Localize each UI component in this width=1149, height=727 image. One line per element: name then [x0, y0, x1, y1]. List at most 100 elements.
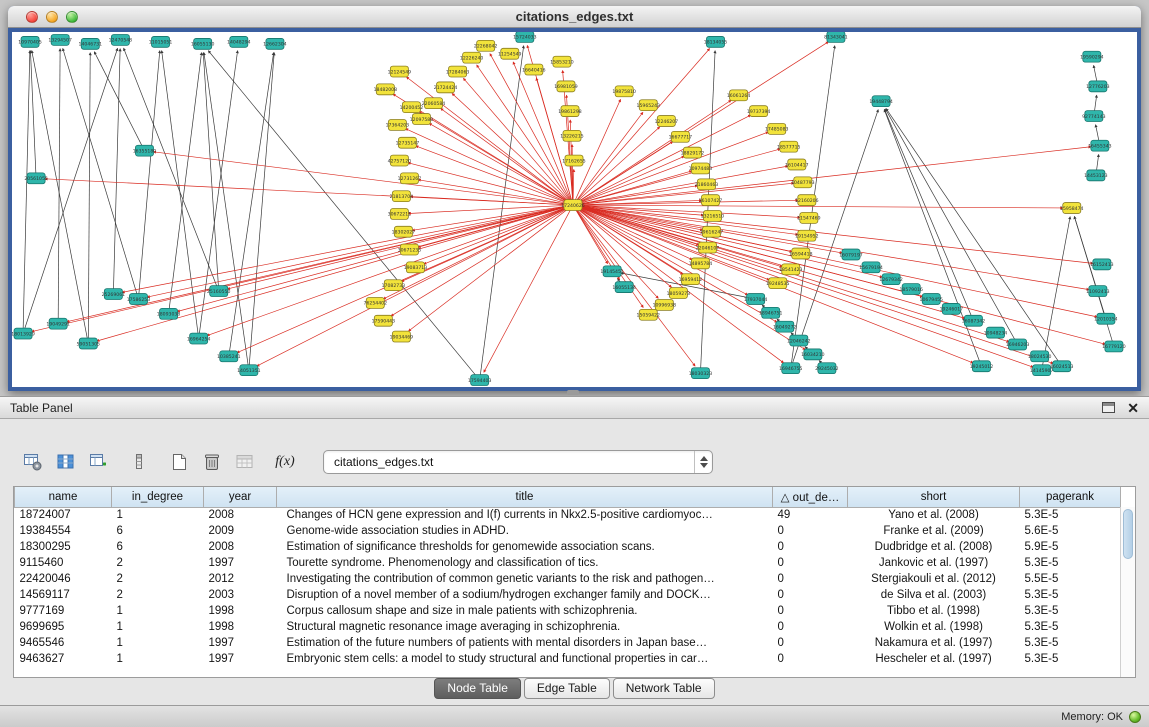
- graph-node[interactable]: 15965243: [637, 100, 661, 111]
- graph-edge[interactable]: [429, 123, 573, 205]
- table-cell[interactable]: 2: [112, 571, 204, 587]
- table-row[interactable]: 946362711997Embryonic stem cells: a mode…: [15, 651, 1121, 667]
- graph-node[interactable]: 16024513: [1050, 361, 1074, 372]
- graph-node[interactable]: 17594403: [468, 375, 492, 386]
- graph-node[interactable]: 14046731: [79, 38, 103, 49]
- table-cell[interactable]: 9777169: [15, 603, 112, 619]
- table-cell[interactable]: 2003: [204, 587, 277, 603]
- table-cell[interactable]: Embryonic stem cells: a model to study s…: [277, 651, 773, 667]
- graph-node[interactable]: 11254549: [498, 48, 522, 59]
- graph-node[interactable]: 12160206: [795, 195, 819, 206]
- graph-edge[interactable]: [884, 110, 981, 367]
- table-cell[interactable]: 1: [112, 635, 204, 651]
- graph-edge[interactable]: [406, 77, 572, 205]
- table-selector-dropdown[interactable]: citations_edges.txt: [323, 450, 713, 474]
- graph-edge[interactable]: [204, 53, 249, 371]
- graph-node[interactable]: 16061264: [727, 90, 751, 101]
- graph-node[interactable]: 15059422: [637, 309, 661, 320]
- table-cell[interactable]: 1: [112, 507, 204, 523]
- graph-node[interactable]: 29245032: [815, 363, 839, 374]
- table-cell[interactable]: Estimation of significance thresholds fo…: [277, 539, 773, 555]
- graph-node[interactable]: 10487793: [791, 177, 815, 188]
- table-cell[interactable]: 1998: [204, 603, 277, 619]
- new-table-icon[interactable]: [166, 449, 192, 475]
- graph-node[interactable]: 21813704: [390, 191, 414, 202]
- graph-node[interactable]: 17586253: [127, 294, 151, 305]
- close-panel-icon[interactable]: ✕: [1127, 402, 1139, 414]
- graph-node[interactable]: 92774143: [1082, 111, 1106, 122]
- graph-node[interactable]: 12046242: [787, 335, 811, 346]
- graph-node[interactable]: 18946751: [759, 307, 783, 318]
- table-cell[interactable]: Investigating the contribution of common…: [277, 571, 773, 587]
- table-cell[interactable]: Tibbo et al. (1998): [848, 603, 1020, 619]
- graph-node[interactable]: 12246207: [655, 116, 679, 127]
- show-columns-icon[interactable]: [53, 449, 79, 475]
- graph-node[interactable]: 12010354: [1094, 313, 1118, 324]
- graph-node[interactable]: 19737394: [747, 106, 771, 117]
- graph-edge[interactable]: [484, 205, 573, 372]
- graph-edge[interactable]: [791, 46, 835, 368]
- table-row[interactable]: 946554611997Estimation of the future num…: [15, 635, 1121, 651]
- graph-node[interactable]: 16055130: [191, 38, 215, 49]
- graph-edge[interactable]: [153, 152, 573, 205]
- graph-node[interactable]: 18541423: [779, 264, 803, 275]
- graph-node[interactable]: 14051351: [237, 365, 261, 376]
- graph-edge[interactable]: [113, 49, 120, 294]
- graph-node[interactable]: 16959412: [679, 274, 703, 285]
- graph-node[interactable]: 18013929: [12, 328, 35, 339]
- graph-node[interactable]: 14048294: [227, 36, 251, 47]
- graph-node[interactable]: 15724033: [513, 32, 537, 42]
- graph-node[interactable]: 30672211: [388, 209, 412, 220]
- table-cell[interactable]: 5.3E-5: [1020, 603, 1121, 619]
- graph-node[interactable]: 10996938: [653, 299, 677, 310]
- graph-node[interactable]: 18134055: [704, 36, 728, 47]
- table-cell[interactable]: 1997: [204, 651, 277, 667]
- graph-node[interactable]: 11547469: [797, 212, 821, 223]
- table-cell[interactable]: 5.5E-5: [1020, 571, 1121, 587]
- graph-node[interactable]: 16055134: [612, 282, 636, 293]
- graph-node[interactable]: 16677717: [669, 131, 693, 142]
- table-cell[interactable]: 0: [773, 539, 848, 555]
- graph-node[interactable]: 21860463: [695, 179, 719, 190]
- splitter-handle[interactable]: [567, 390, 579, 395]
- graph-node[interactable]: 17240626: [561, 200, 585, 211]
- graph-node[interactable]: 15853210: [550, 56, 574, 67]
- graph-node[interactable]: 14453123: [1084, 170, 1108, 181]
- graph-node[interactable]: 16152413: [1090, 259, 1114, 270]
- graph-node[interactable]: 20561055: [24, 173, 48, 184]
- table-cell[interactable]: 0: [773, 651, 848, 667]
- column-header-out_de[interactable]: △ out_de…: [773, 487, 848, 507]
- graph-node[interactable]: 16079197: [839, 249, 863, 260]
- graph-node[interactable]: 15679194: [859, 262, 883, 273]
- table-cell[interactable]: 5.3E-5: [1020, 555, 1121, 571]
- table-cell[interactable]: Hescheler et al. (1997): [848, 651, 1020, 667]
- graph-node[interactable]: 10974483: [689, 163, 713, 174]
- graph-node[interactable]: 19154952: [795, 230, 819, 241]
- graph-node[interactable]: 10385241: [217, 351, 241, 362]
- table-cell[interactable]: de Silva et al. (2003): [848, 587, 1020, 603]
- table-cell[interactable]: 9699695: [15, 619, 112, 635]
- graph-edge[interactable]: [573, 205, 1063, 208]
- graph-node[interactable]: 16594418: [789, 248, 813, 259]
- table-row[interactable]: 977716911998Corpus callosum shape and si…: [15, 603, 1121, 619]
- table-cell[interactable]: 1: [112, 651, 204, 667]
- delete-column-icon[interactable]: [126, 449, 152, 475]
- graph-node[interactable]: 16087342: [962, 315, 986, 326]
- graph-node[interactable]: 19616247: [700, 226, 724, 237]
- table-row[interactable]: 1456911722003Disruption of a novel membe…: [15, 587, 1121, 603]
- graph-edge[interactable]: [147, 205, 573, 297]
- graph-node[interactable]: 12731267: [398, 173, 422, 184]
- graph-edge[interactable]: [23, 48, 118, 333]
- table-cell[interactable]: 19384554: [15, 523, 112, 539]
- table-cell[interactable]: Corpus callosum shape and size in male p…: [277, 603, 773, 619]
- graph-node[interactable]: 19245012: [970, 361, 994, 372]
- graph-node[interactable]: 10679455: [920, 294, 944, 305]
- graph-edge[interactable]: [406, 129, 573, 205]
- table-cell[interactable]: 2: [112, 555, 204, 571]
- table-cell[interactable]: 5.3E-5: [1020, 651, 1121, 667]
- graph-node[interactable]: 12776203: [1086, 81, 1110, 92]
- graph-node[interactable]: 22060584: [422, 98, 446, 109]
- column-header-name[interactable]: name: [15, 487, 112, 507]
- table-cell[interactable]: 0: [773, 619, 848, 635]
- column-header-title[interactable]: title: [277, 487, 773, 507]
